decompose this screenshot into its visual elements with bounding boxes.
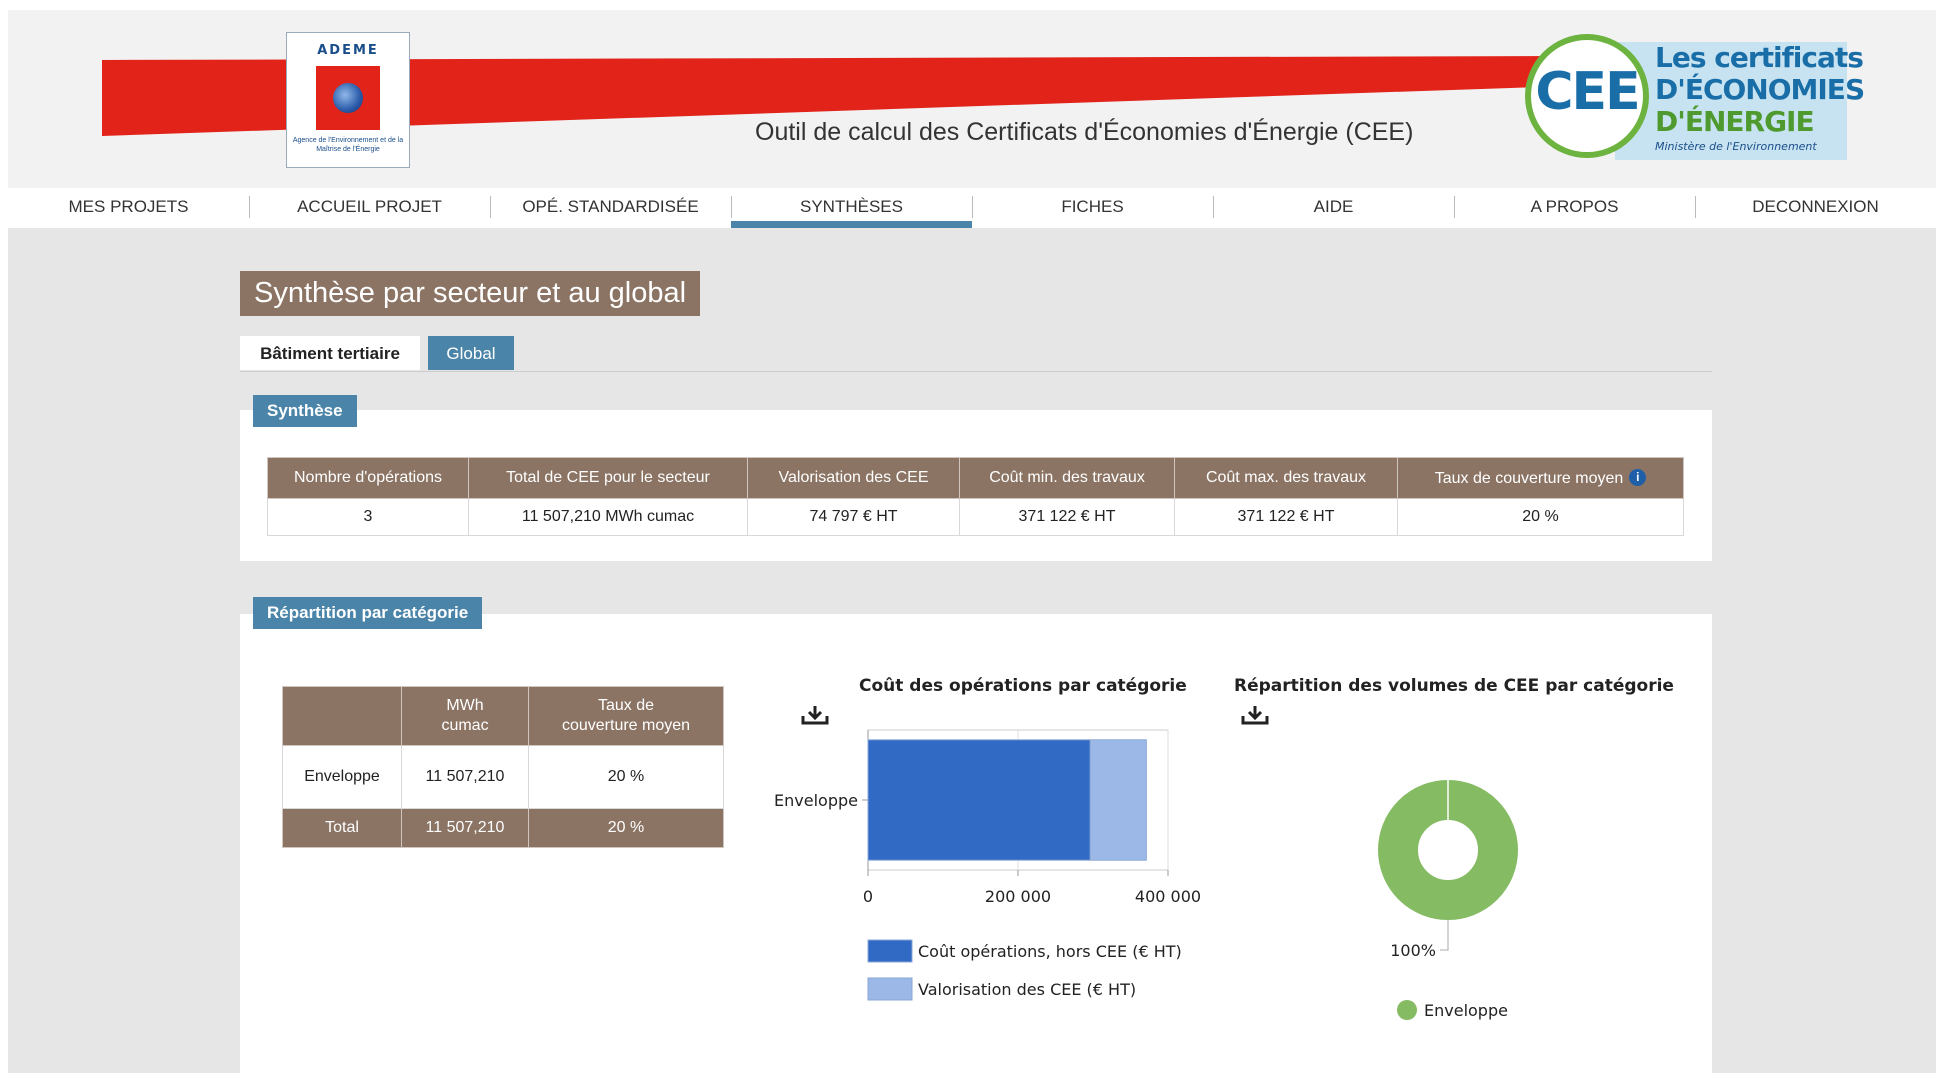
table-header-taux-couverture: Taux de couverture moyen i: [1397, 457, 1684, 499]
table-cell: 20 %: [528, 808, 724, 848]
label-leader: [1440, 920, 1449, 951]
table-header-nombre-operations: Nombre d'opérations: [267, 457, 469, 499]
table-header-cout-min: Coût min. des travaux: [959, 457, 1175, 499]
nav-item-accueil-projet[interactable]: ACCUEIL PROJET: [249, 188, 490, 228]
table-cell: 11 507,210: [401, 808, 529, 848]
table-cell: 11 507,210 MWh cumac: [468, 498, 748, 536]
x-tick-label: 200 000: [985, 887, 1051, 906]
table-header-row: MWh cumac Taux de couverture moyen: [282, 686, 724, 746]
legend-label: Coût opérations, hors CEE (€ HT): [918, 942, 1182, 961]
download-icon[interactable]: [1240, 704, 1270, 726]
synthese-table: Nombre d'opérations Total de CEE pour le…: [267, 457, 1684, 536]
table-cell: 11 507,210: [401, 745, 529, 809]
legend-swatch: [867, 939, 913, 963]
table-cell: Enveloppe: [282, 745, 402, 809]
table-cell: 20 %: [528, 745, 724, 809]
x-tick-label: 0: [863, 887, 873, 906]
data-label: 100%: [1390, 941, 1436, 960]
tab-divider: [240, 371, 1712, 372]
cee-logo-line1: Les certificats: [1655, 41, 1864, 74]
table-cell: Total: [282, 808, 402, 848]
legend-label: Enveloppe: [1424, 1001, 1508, 1020]
nav-item-syntheses[interactable]: SYNTHÈSES: [731, 188, 972, 228]
legend-swatch: [867, 977, 913, 1001]
x-tick-label: 400 000: [1135, 887, 1201, 906]
table-header-mwh-cumac: MWh cumac: [401, 686, 529, 746]
cee-logo: Les certificats D'ÉCONOMIES D'ÉNERGIE Mi…: [1525, 34, 1865, 164]
cee-badge: CEE: [1525, 34, 1649, 158]
ademe-logo[interactable]: ADEME Agence de l'Environnement et de la…: [286, 32, 410, 168]
header: ADEME Agence de l'Environnement et de la…: [8, 10, 1936, 188]
table-total-row: Total 11 507,210 20 %: [282, 808, 724, 848]
nav-item-aide[interactable]: AIDE: [1213, 188, 1454, 228]
table-header-row: Nombre d'opérations Total de CEE pour le…: [267, 457, 1684, 499]
synthese-label: Synthèse: [253, 395, 357, 427]
category-table: MWh cumac Taux de couverture moyen Envel…: [282, 686, 724, 848]
bar-chart-title: Coût des opérations par catégorie: [859, 676, 1187, 696]
table-header-empty: [282, 686, 402, 746]
pie-chart: 100% Enveloppe: [1378, 780, 1518, 1020]
ademe-logo-square: [316, 66, 380, 130]
legend-swatch: [1397, 1000, 1417, 1020]
cee-badge-text: CEE: [1535, 62, 1640, 122]
bar-chart: 0 200 000 400 000 Enveloppe Coût opérations,…: [774, 729, 1201, 1001]
y-tick-label: Enveloppe: [774, 791, 858, 810]
table-cell: 371 122 € HT: [1174, 498, 1398, 536]
nav-item-ope-standardisee[interactable]: OPÉ. STANDARDISÉE: [490, 188, 731, 228]
table-header-taux-couverture: Taux de couverture moyen: [528, 686, 724, 746]
legend-label: Valorisation des CEE (€ HT): [918, 980, 1136, 999]
ademe-logo-title: ADEME: [317, 43, 379, 58]
tab-global[interactable]: Global: [428, 336, 514, 370]
table-header-taux-couverture-label: Taux de couverture moyen: [1434, 469, 1624, 487]
table-header-cout-max: Coût max. des travaux: [1174, 457, 1398, 499]
globe-icon: [333, 83, 363, 113]
table-row: Enveloppe 11 507,210 20 %: [282, 745, 724, 809]
main-nav: MES PROJETS ACCUEIL PROJET OPÉ. STANDARD…: [8, 188, 1936, 228]
nav-item-deconnexion[interactable]: DECONNEXION: [1695, 188, 1936, 228]
info-icon[interactable]: i: [1629, 468, 1647, 486]
table-cell: 3: [267, 498, 469, 536]
tab-batiment-tertiaire[interactable]: Bâtiment tertiaire: [240, 336, 420, 370]
nav-item-fiches[interactable]: FICHES: [972, 188, 1213, 228]
cee-logo-line4: Ministère de l'Environnement: [1655, 140, 1817, 153]
cee-logo-line2: D'ÉCONOMIES: [1655, 73, 1865, 106]
table-cell: 20 %: [1397, 498, 1684, 536]
nav-item-a-propos[interactable]: A PROPOS: [1454, 188, 1695, 228]
cee-logo-text: Les certificats D'ÉCONOMIES D'ÉNERGIE Mi…: [1655, 41, 1865, 154]
table-header-total-cee: Total de CEE pour le secteur: [468, 457, 748, 499]
cee-logo-line3: D'ÉNERGIE: [1655, 105, 1815, 138]
repartition-label: Répartition par catégorie: [253, 597, 483, 629]
bar: [867, 739, 1091, 861]
app-title: Outil de calcul des Certificats d'Économ…: [755, 118, 1414, 146]
page-title: Synthèse par secteur et au global: [240, 271, 701, 316]
table-cell: 371 122 € HT: [959, 498, 1175, 536]
bar: [1089, 739, 1147, 861]
table-header-valorisation: Valorisation des CEE: [747, 457, 960, 499]
nav-item-mes-projets[interactable]: MES PROJETS: [8, 188, 249, 228]
ademe-logo-subtitle: Agence de l'Environnement et de la Maîtr…: [292, 137, 404, 153]
table-cell: 74 797 € HT: [747, 498, 960, 536]
table-row: 3 11 507,210 MWh cumac 74 797 € HT 371 1…: [267, 498, 1684, 536]
pie-chart-title: Répartition des volumes de CEE par catég…: [1234, 676, 1674, 696]
